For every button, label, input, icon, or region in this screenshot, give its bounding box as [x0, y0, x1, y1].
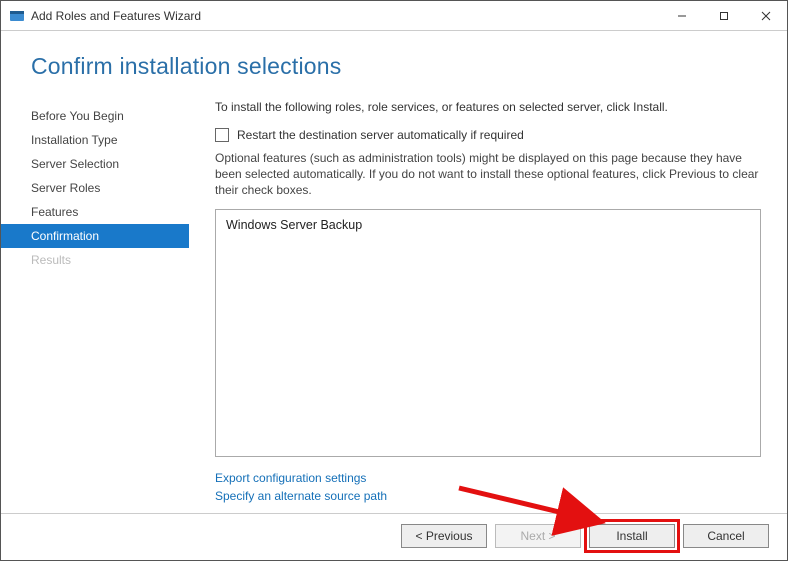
wizard-window: Add Roles and Features Wizard Confirm in…: [0, 0, 788, 561]
cancel-button[interactable]: Cancel: [683, 524, 769, 548]
titlebar: Add Roles and Features Wizard: [1, 1, 787, 31]
restart-checkbox-row[interactable]: Restart the destination server automatic…: [215, 128, 761, 142]
minimize-button[interactable]: [661, 2, 703, 30]
install-button-highlight-wrap: Install: [589, 524, 675, 548]
instruction-text: To install the following roles, role ser…: [215, 100, 761, 114]
sidebar-item-features[interactable]: Features: [1, 200, 189, 224]
sidebar-item-server-roles[interactable]: Server Roles: [1, 176, 189, 200]
list-item: Windows Server Backup: [226, 218, 750, 232]
previous-button[interactable]: < Previous: [401, 524, 487, 548]
optional-features-note: Optional features (such as administratio…: [215, 150, 761, 199]
page-title: Confirm installation selections: [31, 53, 757, 80]
sidebar-item-server-selection[interactable]: Server Selection: [1, 152, 189, 176]
restart-checkbox-label: Restart the destination server automatic…: [237, 128, 524, 142]
window-title: Add Roles and Features Wizard: [31, 9, 661, 23]
app-icon: [9, 8, 25, 24]
export-configuration-link[interactable]: Export configuration settings: [215, 469, 761, 487]
sidebar-item-before-you-begin[interactable]: Before You Begin: [1, 104, 189, 128]
sidebar-item-results: Results: [1, 248, 189, 272]
close-button[interactable]: [745, 2, 787, 30]
body-area: Before You Begin Installation Type Serve…: [1, 86, 787, 513]
footer-button-bar: < Previous Next > Install Cancel: [1, 513, 787, 560]
sidebar-item-installation-type[interactable]: Installation Type: [1, 128, 189, 152]
alternate-source-link[interactable]: Specify an alternate source path: [215, 487, 761, 505]
window-controls: [661, 2, 787, 30]
next-button: Next >: [495, 524, 581, 548]
install-button[interactable]: Install: [589, 524, 675, 548]
content-pane: To install the following roles, role ser…: [189, 86, 773, 513]
sidebar-item-confirmation[interactable]: Confirmation: [1, 224, 189, 248]
restart-checkbox[interactable]: [215, 128, 229, 142]
bottom-links: Export configuration settings Specify an…: [215, 469, 761, 505]
header-area: Confirm installation selections: [1, 31, 787, 86]
maximize-button[interactable]: [703, 2, 745, 30]
selected-features-list[interactable]: Windows Server Backup: [215, 209, 761, 457]
wizard-steps-sidebar: Before You Begin Installation Type Serve…: [1, 86, 189, 513]
